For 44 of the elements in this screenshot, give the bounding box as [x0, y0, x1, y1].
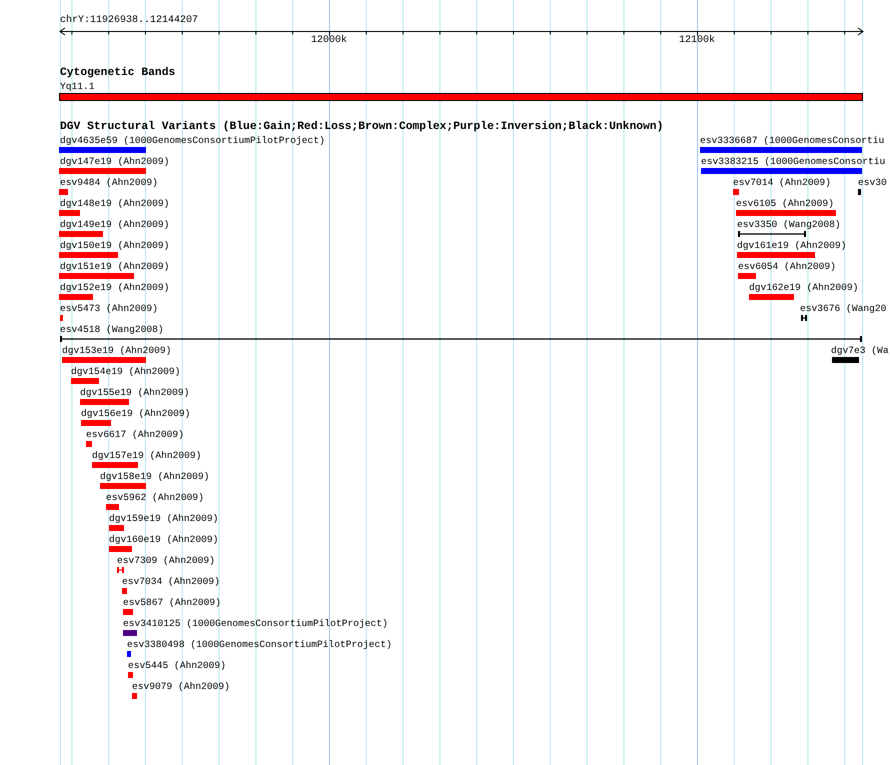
- feature-label[interactable]: esv3383215 (1000GenomesConsortiu: [701, 156, 886, 167]
- band-label: Yq11.1: [60, 81, 95, 92]
- feature-label[interactable]: dgv152e19 (Ahn2009): [60, 282, 170, 293]
- feature-label[interactable]: dgv155e19 (Ahn2009): [80, 387, 190, 398]
- ruler-tick-label: 12100k: [679, 35, 715, 47]
- feature-label[interactable]: esv3676 (Wang20: [800, 303, 886, 314]
- feature-label[interactable]: dgv159e19 (Ahn2009): [109, 513, 218, 524]
- feature-label[interactable]: esv5867 (Ahn2009): [123, 597, 221, 608]
- feature-label[interactable]: dgv147e19 (Ahn2009): [60, 156, 170, 167]
- feature-label[interactable]: esv7014 (Ahn2009): [733, 177, 831, 188]
- feature-label[interactable]: dgv161e19 (Ahn2009): [737, 240, 846, 251]
- feature-label[interactable]: esv9079 (Ahn2009): [132, 681, 230, 692]
- feature-label[interactable]: esv9484 (Ahn2009): [60, 177, 158, 188]
- feature-label[interactable]: esv5962 (Ahn2009): [106, 492, 204, 503]
- feature-label[interactable]: dgv7e3 (Wa: [831, 345, 889, 356]
- feature-label[interactable]: esv7034 (Ahn2009): [122, 576, 220, 587]
- feature-label[interactable]: dgv151e19 (Ahn2009): [60, 261, 170, 272]
- feature-label[interactable]: esv4518 (Wang2008): [60, 324, 164, 335]
- track-title: DGV Structural Variants (Blue:Gain;Red:Loss;Brown:Complex;Purple:Inversion;Black:Unknown): [60, 121, 664, 134]
- feature-label[interactable]: dgv149e19 (Ahn2009): [60, 219, 170, 230]
- feature-label[interactable]: dgv4635e59 (1000GenomesConsortiumPilotProject): [60, 135, 325, 146]
- feature-label[interactable]: dgv156e19 (Ahn2009): [81, 408, 190, 419]
- feature-label[interactable]: dgv153e19 (Ahn2009): [62, 345, 172, 356]
- feature-label[interactable]: esv7309 (Ahn2009): [117, 555, 215, 566]
- feature-label[interactable]: dgv150e19 (Ahn2009): [60, 240, 170, 251]
- feature-label[interactable]: dgv162e19 (Ahn2009): [749, 282, 858, 293]
- ruler-tick-label: 12000k: [311, 35, 347, 47]
- feature-label[interactable]: esv5473 (Ahn2009): [60, 303, 158, 314]
- feature-label[interactable]: dgv157e19 (Ahn2009): [92, 450, 202, 461]
- feature-label[interactable]: dgv148e19 (Ahn2009): [60, 198, 170, 209]
- feature-label[interactable]: esv3410125 (1000GenomesConsortiumPilotProject): [123, 618, 388, 629]
- feature-label[interactable]: esv3350 (Wang2008): [737, 219, 841, 230]
- feature-label[interactable]: esv6105 (Ahn2009): [736, 198, 834, 209]
- track-title: Cytogenetic Bands: [60, 67, 176, 80]
- feature-label[interactable]: esv6054 (Ahn2009): [738, 261, 836, 272]
- feature-label[interactable]: dgv158e19 (Ahn2009): [100, 471, 210, 482]
- feature-label[interactable]: esv5445 (Ahn2009): [128, 660, 226, 671]
- feature-label[interactable]: dgv160e19 (Ahn2009): [109, 534, 218, 545]
- feature-label[interactable]: esv3380498 (1000GenomesConsortiumPilotProject): [127, 639, 392, 650]
- chromosome-range: chrY:11926938..12144207: [60, 15, 198, 27]
- feature-label[interactable]: dgv154e19 (Ahn2009): [71, 366, 180, 377]
- feature-label[interactable]: esv6617 (Ahn2009): [86, 429, 184, 440]
- feature-label[interactable]: esv3336687 (1000GenomesConsortiu: [700, 135, 884, 146]
- feature-label[interactable]: esv30: [858, 177, 887, 188]
